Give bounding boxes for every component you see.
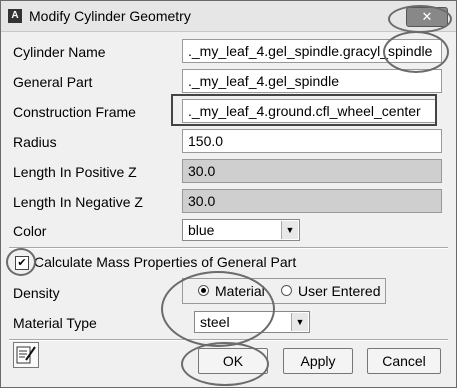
separator — [9, 339, 448, 341]
general-part-label: General Part — [13, 74, 93, 90]
title-bar: A Modify Cylinder Geometry ✕ — [1, 1, 456, 32]
construction-frame-field[interactable]: ._my_leaf_4.ground.cfl_wheel_center — [182, 99, 437, 123]
density-material-radio[interactable] — [198, 285, 209, 296]
density-radio-group: Material User Entered — [182, 278, 386, 304]
cylinder-name-label: Cylinder Name — [13, 44, 106, 60]
cancel-button[interactable]: Cancel — [367, 348, 441, 374]
chevron-down-icon[interactable]: ▼ — [291, 313, 308, 331]
density-user-entered-radio[interactable] — [281, 285, 292, 296]
general-part-field[interactable]: ._my_leaf_4.gel_spindle — [182, 69, 442, 93]
close-button[interactable]: ✕ — [406, 7, 448, 27]
apply-button[interactable]: Apply — [283, 348, 353, 374]
length-positive-z-field[interactable]: 30.0 — [182, 159, 442, 183]
app-icon: A — [8, 9, 22, 23]
material-type-select[interactable]: steel ▼ — [194, 311, 310, 333]
edit-notes-icon[interactable] — [13, 342, 39, 368]
ok-button[interactable]: OK — [198, 348, 268, 374]
calculate-mass-checkbox[interactable]: ✔ — [15, 256, 29, 270]
separator — [9, 247, 448, 249]
window-title: Modify Cylinder Geometry — [29, 8, 191, 24]
color-label: Color — [13, 223, 47, 239]
modify-cylinder-dialog: A Modify Cylinder Geometry ✕ Cylinder Na… — [0, 0, 457, 388]
color-select-value: blue — [188, 222, 215, 238]
density-user-entered-label[interactable]: User Entered — [298, 283, 380, 299]
radius-label: Radius — [13, 134, 57, 150]
chevron-down-icon[interactable]: ▼ — [281, 221, 298, 239]
cylinder-name-field[interactable]: ._my_leaf_4.gel_spindle.gracyl_spindle — [182, 39, 442, 63]
color-select[interactable]: blue ▼ — [182, 219, 300, 241]
material-type-value: steel — [200, 314, 230, 330]
length-negative-z-label: Length In Negative Z — [13, 194, 143, 210]
calculate-mass-label: Calculate Mass Properties of General Par… — [34, 254, 297, 270]
radio-selected-dot — [201, 288, 206, 293]
radius-field[interactable]: 150.0 — [182, 129, 442, 153]
density-label: Density — [13, 285, 60, 301]
checkmark-icon: ✔ — [17, 257, 27, 269]
material-type-label: Material Type — [13, 315, 97, 331]
density-material-label[interactable]: Material — [215, 283, 265, 299]
length-negative-z-field[interactable]: 30.0 — [182, 189, 442, 213]
length-positive-z-label: Length In Positive Z — [13, 164, 137, 180]
construction-frame-label: Construction Frame — [13, 104, 136, 120]
